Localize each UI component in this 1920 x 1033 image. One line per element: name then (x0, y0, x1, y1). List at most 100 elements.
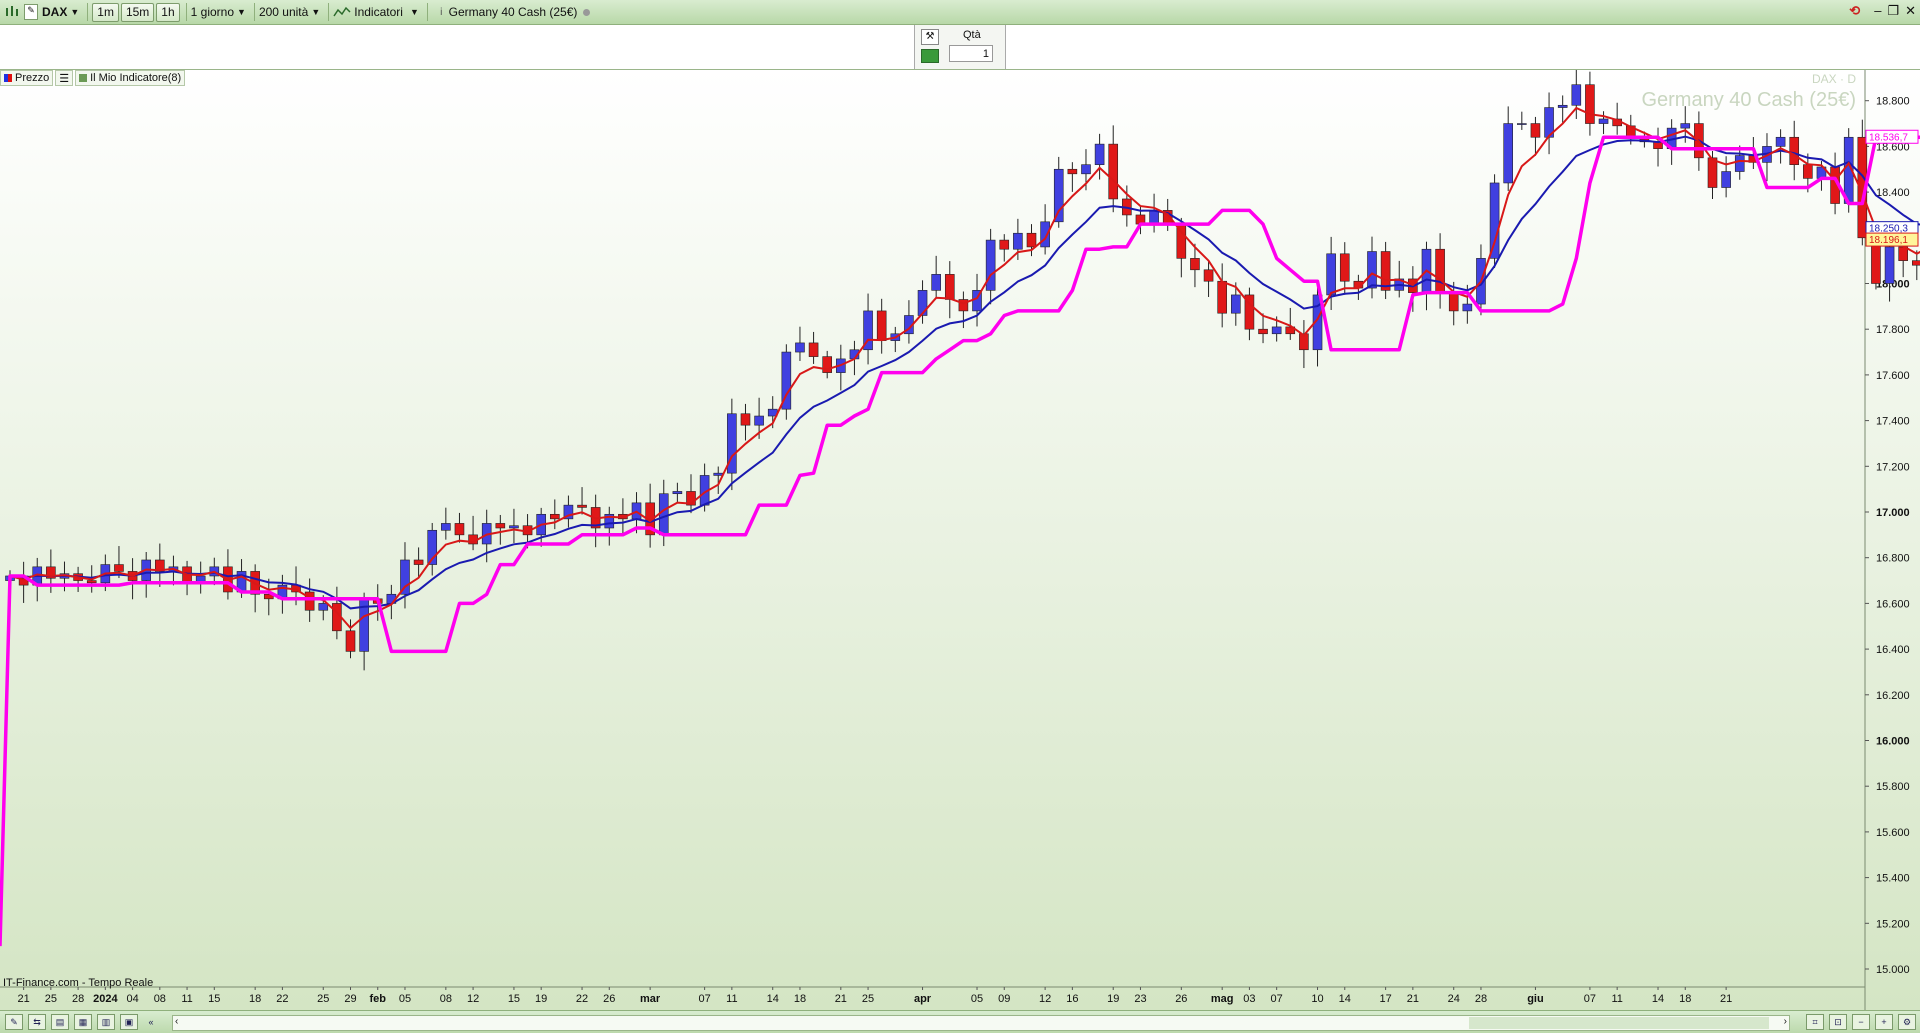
pen-icon[interactable]: ✎ (24, 3, 38, 22)
candle-body (1204, 270, 1213, 281)
scroll-right-icon[interactable]: › (1784, 1016, 1787, 1027)
candle-body (1776, 137, 1785, 146)
x-tick-label: 21 (1407, 993, 1419, 1005)
x-tick-label: 05 (399, 993, 411, 1005)
zoom-in-icon[interactable]: + (1875, 1014, 1893, 1030)
legend-list-icon[interactable]: ☰ (55, 70, 73, 86)
candle-body (441, 523, 450, 530)
zoom-fit-icon[interactable]: ⊡ (1829, 1014, 1847, 1030)
candle-body (1504, 124, 1513, 183)
candle-body (346, 631, 355, 652)
timeframe-1m-button[interactable]: 1m (92, 3, 119, 22)
chart-legend: Prezzo ☰ Il Mio Indicatore(8) (0, 70, 185, 86)
candle-body (1109, 144, 1118, 199)
indicators-dropdown[interactable]: ▼ (407, 3, 419, 22)
calculator-icon[interactable]: ▦ (74, 1014, 92, 1030)
y-tick-label: 16.800 (1876, 553, 1910, 565)
legend-price[interactable]: Prezzo (0, 70, 53, 86)
candle-body (1081, 165, 1090, 174)
legend-swatch (79, 74, 87, 82)
x-tick-label: 19 (535, 993, 547, 1005)
instrument-tab[interactable]: ⅰGermany 40 Cash (25€) (440, 5, 591, 19)
x-tick-label: 18 (794, 993, 806, 1005)
indicators-button[interactable]: Indicatori (333, 3, 403, 22)
x-tick-label: 28 (72, 993, 84, 1005)
x-tick-label: 09 (998, 993, 1010, 1005)
autoscale-icon[interactable]: ⌗ (1806, 1014, 1824, 1030)
candle-body (1803, 165, 1812, 179)
y-tick-label: 15.600 (1876, 827, 1910, 839)
scroll-left-icon[interactable]: ‹ (175, 1016, 178, 1027)
collapse-icon[interactable]: « (143, 1015, 159, 1029)
x-tick-label: 12 (467, 993, 479, 1005)
candle-body (673, 491, 682, 493)
x-tick-label: apr (914, 993, 932, 1005)
x-tick-label: 11 (726, 993, 737, 1005)
candle-body (659, 494, 668, 535)
chevron-down-icon: ▼ (311, 7, 320, 17)
x-tick-label: 03 (1243, 993, 1255, 1005)
x-tick-label: 08 (154, 993, 166, 1005)
x-tick-label: 04 (126, 993, 138, 1005)
keyboard-icon[interactable] (921, 49, 939, 63)
sync-icon[interactable]: ⟲ (1849, 3, 1860, 19)
qty-input[interactable]: 1 (949, 45, 993, 62)
timeframe-1h-button[interactable]: 1h (156, 3, 179, 22)
time-scrollbar[interactable]: ‹ › (172, 1015, 1790, 1031)
candle-body (496, 523, 505, 528)
window-icon[interactable]: ▣ (120, 1014, 138, 1030)
y-tick-label: 15.000 (1876, 964, 1910, 976)
x-tick-label: 29 (344, 993, 356, 1005)
y-tick-label: 17.200 (1876, 461, 1910, 473)
settings-icon[interactable]: ⚙ (1898, 1014, 1916, 1030)
candle-body (319, 603, 328, 610)
grid-icon[interactable]: ▥ (97, 1014, 115, 1030)
candle-body (414, 560, 423, 565)
x-tick-label: 14 (1339, 993, 1351, 1005)
y-tick-label: 16.400 (1876, 644, 1910, 656)
chart-background (0, 70, 1920, 1010)
indicator-wave-icon (333, 6, 351, 18)
candle-body (550, 514, 559, 519)
price-chart[interactable]: DAX · DGermany 40 Cash (25€)15.00015.200… (0, 70, 1920, 1010)
close-icon[interactable]: ✕ (1905, 3, 1916, 19)
candle-body (755, 416, 764, 425)
draw-tool-icon[interactable]: ✎ (5, 1014, 23, 1030)
candle-body (1340, 254, 1349, 281)
chart-type-icon[interactable] (4, 3, 20, 22)
share-icon[interactable]: ⇆ (28, 1014, 46, 1030)
candle-body (1231, 295, 1240, 313)
x-tick-label: 22 (576, 993, 588, 1005)
x-tick-label: 15 (508, 993, 520, 1005)
x-tick-label: 12 (1039, 993, 1051, 1005)
watermark-symbol: DAX · D (1812, 72, 1856, 86)
timeframe-15m-button[interactable]: 15m (121, 3, 154, 22)
candle-body (1599, 119, 1608, 124)
chat-icon[interactable]: ▤ (51, 1014, 69, 1030)
scroll-thumb[interactable] (1469, 1017, 1769, 1029)
candle-body (509, 526, 518, 528)
period-selector[interactable]: 1 giorno▼ (191, 3, 246, 22)
units-selector[interactable]: 200 unità▼ (259, 3, 320, 22)
minimize-icon[interactable]: – (1874, 3, 1881, 19)
chevron-down-icon: ▼ (237, 7, 246, 17)
symbol-selector[interactable]: DAX▼ (42, 3, 79, 22)
candle-body (795, 343, 804, 352)
candle-body (1436, 249, 1445, 292)
legend-indicator[interactable]: Il Mio Indicatore(8) (75, 70, 185, 86)
qty-label: Qtà (963, 29, 981, 41)
candle-body (1463, 304, 1472, 311)
zoom-out-icon[interactable]: − (1852, 1014, 1870, 1030)
candle-body (918, 290, 927, 315)
candle-body (1381, 252, 1390, 291)
x-tick-label: giu (1527, 993, 1544, 1005)
x-tick-label: mar (640, 993, 661, 1005)
x-tick-label: 24 (1448, 993, 1460, 1005)
restore-icon[interactable]: ❐ (1887, 3, 1899, 19)
info-icon: ⅰ (440, 7, 443, 18)
wrench-icon[interactable]: ⚒ (921, 29, 939, 45)
candle-body (455, 523, 464, 534)
candle-body (1095, 144, 1104, 165)
price-badge: 18.196,1 (1866, 233, 1918, 246)
x-tick-label: 07 (1584, 993, 1596, 1005)
